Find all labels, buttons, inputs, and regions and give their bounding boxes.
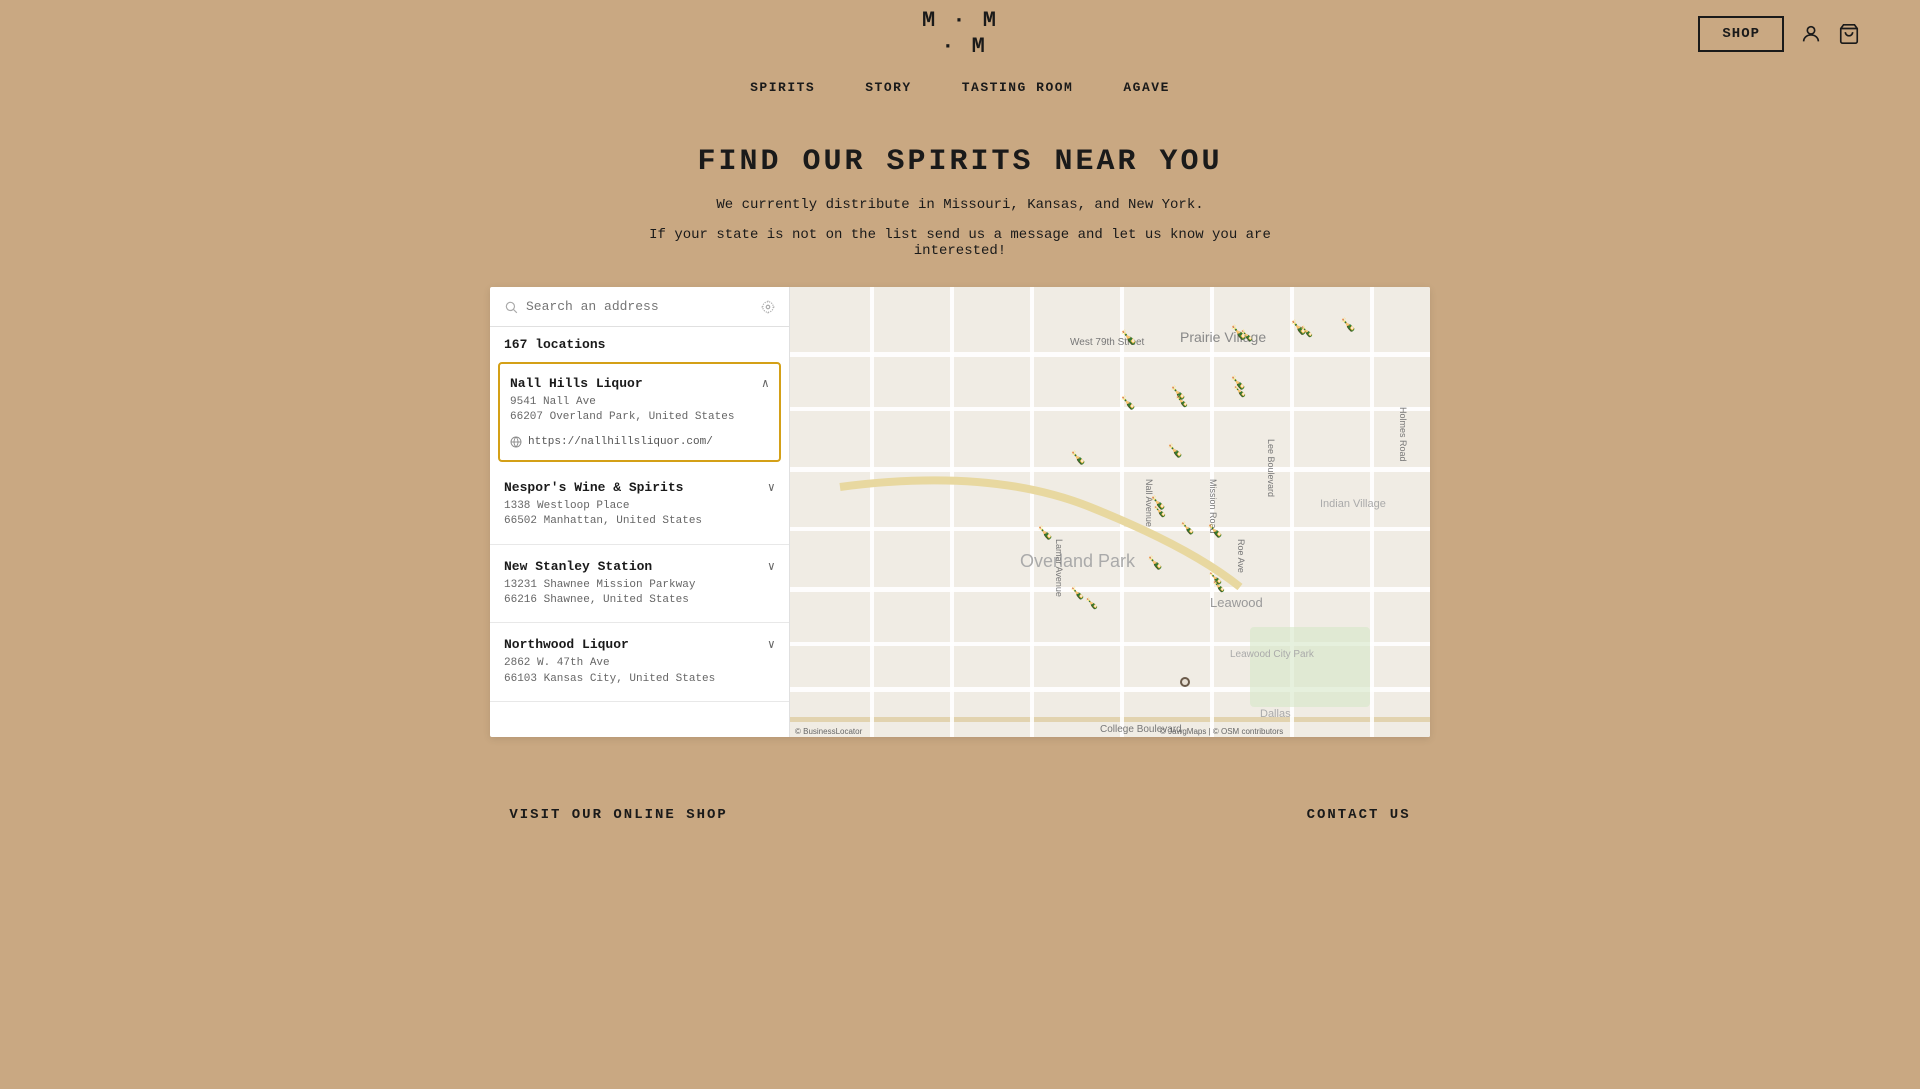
store-finder: 167 locations Nall Hills Liquor ∧ 9541 N… — [490, 287, 1430, 737]
svg-text:🍾: 🍾 — [1120, 329, 1137, 346]
subtitle-message: If your state is not on the list send us… — [649, 227, 1271, 259]
location-icon[interactable] — [761, 300, 775, 314]
nav-story[interactable]: STORY — [865, 80, 912, 95]
search-icon — [504, 300, 518, 314]
footer-col-contact: CONTACT US — [1307, 807, 1411, 823]
svg-text:Roe Ave: Roe Ave — [1236, 539, 1246, 573]
chevron-down-icon: ∨ — [768, 559, 775, 574]
account-button[interactable] — [1800, 23, 1822, 45]
search-bar — [490, 287, 789, 327]
user-icon — [1800, 23, 1822, 45]
svg-text:🍾: 🍾 — [1037, 525, 1053, 540]
footer-section: VISIT OUR ONLINE SHOP CONTACT US — [20, 767, 1900, 843]
footer-col-online-shop: VISIT OUR ONLINE SHOP — [509, 807, 727, 823]
svg-text:🍾: 🍾 — [1207, 523, 1223, 538]
map-background: Prairie Village Overland Park Leawood In… — [790, 287, 1430, 737]
list-item[interactable]: Nall Hills Liquor ∧ 9541 Nall Ave 66207 … — [498, 362, 781, 462]
location-address: 13231 Shawnee Mission Parkway 66216 Shaw… — [504, 578, 775, 609]
location-address: 1338 Westloop Place 66502 Manhattan, Uni… — [504, 499, 775, 530]
svg-text:🍾: 🍾 — [1175, 395, 1189, 408]
map-panel[interactable]: Prairie Village Overland Park Leawood In… — [790, 287, 1430, 737]
logo-text: M · M· M — [922, 8, 998, 61]
locations-count: 167 locations — [490, 327, 789, 358]
nav-agave[interactable]: AGAVE — [1123, 80, 1170, 95]
location-address: 2862 W. 47th Ave 66103 Kansas City, Unit… — [504, 656, 775, 687]
svg-text:© BusinessLocator: © BusinessLocator — [795, 727, 863, 736]
shop-button[interactable]: SHOP — [1698, 16, 1784, 52]
svg-text:🍾: 🍾 — [1085, 597, 1099, 610]
list-item[interactable]: Northwood Liquor ∨ 2862 W. 47th Ave 6610… — [490, 623, 789, 702]
svg-text:🍾: 🍾 — [1120, 395, 1136, 410]
svg-text:Overland Park: Overland Park — [1020, 551, 1136, 571]
svg-text:Holmes Road: Holmes Road — [1398, 407, 1408, 462]
globe-icon — [510, 436, 522, 448]
chevron-up-icon: ∧ — [762, 376, 769, 391]
subtitle-distribution: We currently distribute in Missouri, Kan… — [716, 197, 1203, 213]
cart-button[interactable] — [1838, 23, 1860, 45]
chevron-down-icon: ∨ — [768, 480, 775, 495]
left-panel: 167 locations Nall Hills Liquor ∧ 9541 N… — [490, 287, 790, 737]
svg-text:Lee Boulevard: Lee Boulevard — [1266, 439, 1276, 497]
footer-col1-title: VISIT OUR ONLINE SHOP — [509, 807, 727, 823]
header-right: SHOP — [1698, 16, 1860, 52]
svg-text:🍾: 🍾 — [1180, 521, 1195, 535]
svg-text:🍾: 🍾 — [1147, 555, 1163, 570]
svg-text:🍾: 🍾 — [1340, 317, 1356, 332]
main-content: FIND OUR SPIRITS NEAR YOU We currently d… — [0, 115, 1920, 863]
locations-list[interactable]: Nall Hills Liquor ∧ 9541 Nall Ave 66207 … — [490, 358, 789, 737]
location-website[interactable]: https://nallhillsliquor.com/ — [510, 436, 769, 448]
svg-text:🍾: 🍾 — [1070, 450, 1086, 465]
svg-text:🍾: 🍾 — [1240, 329, 1254, 342]
location-name: Nall Hills Liquor — [510, 376, 643, 391]
map-svg: Prairie Village Overland Park Leawood In… — [790, 287, 1430, 737]
nav-spirits[interactable]: SPIRITS — [750, 80, 815, 95]
location-name: Northwood Liquor — [504, 637, 629, 652]
svg-text:🍾: 🍾 — [1153, 505, 1167, 518]
svg-text:🍾: 🍾 — [1070, 586, 1085, 600]
search-input[interactable] — [526, 299, 753, 314]
svg-text:© JawgMaps | © OSM contributor: © JawgMaps | © OSM contributors — [1160, 727, 1283, 736]
main-nav: SPIRITS STORY TASTING ROOM AGAVE — [0, 68, 1920, 115]
cart-icon — [1838, 23, 1860, 45]
chevron-down-icon: ∨ — [768, 637, 775, 652]
svg-text:Leawood: Leawood — [1210, 595, 1263, 610]
location-name: Nespor's Wine & Spirits — [504, 480, 683, 495]
list-item[interactable]: New Stanley Station ∨ 13231 Shawnee Miss… — [490, 545, 789, 624]
logo[interactable]: M · M· M — [922, 8, 998, 61]
svg-text:🍾: 🍾 — [1233, 385, 1247, 398]
location-address: 9541 Nall Ave 66207 Overland Park, Unite… — [510, 395, 769, 426]
svg-text:🍾: 🍾 — [1300, 325, 1314, 338]
location-name: New Stanley Station — [504, 559, 652, 574]
svg-text:🍾: 🍾 — [1212, 580, 1226, 593]
footer-col2-title: CONTACT US — [1307, 807, 1411, 823]
svg-text:Dallas: Dallas — [1260, 708, 1291, 720]
header: M · M· M SHOP — [0, 0, 1920, 68]
svg-text:🍾: 🍾 — [1167, 443, 1183, 458]
nav-tasting-room[interactable]: TASTING ROOM — [962, 80, 1074, 95]
svg-text:Indian Village: Indian Village — [1320, 498, 1386, 510]
svg-text:Lamar Avenue: Lamar Avenue — [1054, 539, 1064, 597]
page-title: FIND OUR SPIRITS NEAR YOU — [697, 145, 1222, 179]
svg-text:Leawood City Park: Leawood City Park — [1230, 649, 1315, 660]
list-item[interactable]: Nespor's Wine & Spirits ∨ 1338 Westloop … — [490, 466, 789, 545]
